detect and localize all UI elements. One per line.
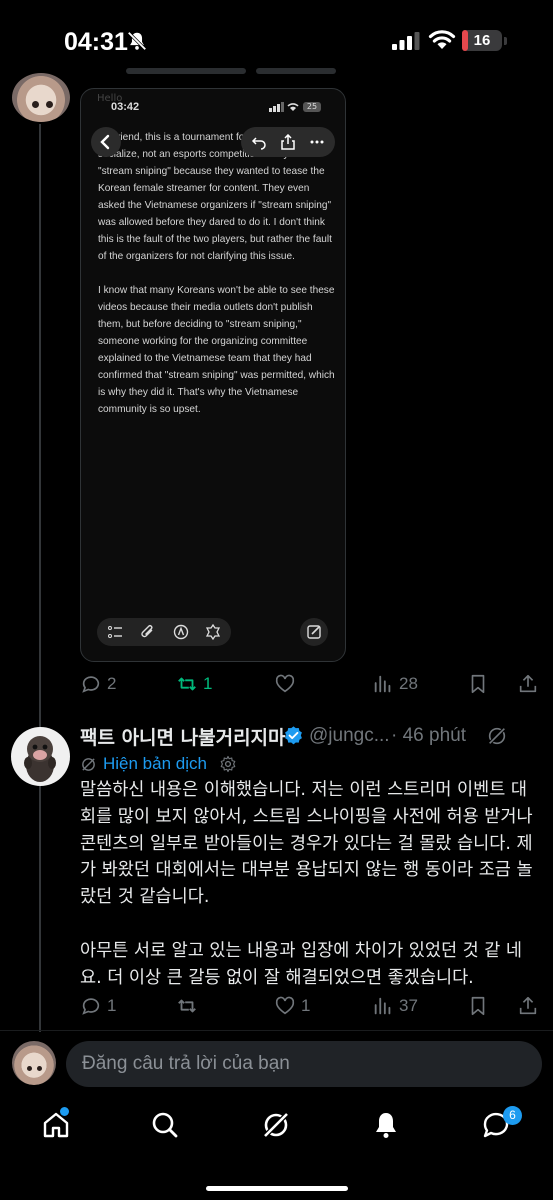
repost-icon	[178, 677, 196, 691]
bell-icon	[376, 1113, 396, 1138]
bell-slash-icon	[127, 31, 147, 51]
ellipsis-icon	[310, 140, 324, 144]
author-handle[interactable]: @jungc...	[309, 725, 390, 747]
like-button[interactable]	[274, 669, 301, 699]
sparkle-badge-icon	[205, 624, 221, 640]
like-button[interactable]: 1	[274, 991, 310, 1021]
repost-count: 1	[203, 674, 213, 693]
bottom-nav	[0, 1100, 553, 1160]
compose-icon	[307, 625, 321, 639]
home-unread-dot	[60, 1107, 69, 1116]
heart-icon	[275, 996, 295, 1015]
paperclip-icon	[141, 625, 153, 638]
embed-battery: 25	[303, 102, 321, 112]
reply-input[interactable]	[66, 1041, 542, 1087]
repost-button[interactable]	[176, 991, 203, 1021]
bookmark-icon	[471, 996, 485, 1016]
reply-icon	[82, 998, 100, 1015]
embed-note-body: My friend, this is a tournament for stre…	[98, 129, 338, 435]
pen-circle-icon	[173, 624, 189, 640]
gear-icon[interactable]	[219, 755, 237, 773]
mole-avatar-image	[24, 736, 56, 782]
post-paragraph: 아무튼 서로 알고 있는 내용과 입장에 차이가 있었던 것 같 네요. 더 이…	[80, 940, 523, 988]
grok-icon	[262, 1111, 290, 1139]
checklist-icon	[108, 626, 122, 638]
reply-icon	[82, 676, 100, 693]
nav-grok[interactable]	[261, 1110, 293, 1142]
repost-icon	[178, 999, 196, 1013]
undo-icon	[251, 137, 266, 150]
nav-notifications[interactable]	[371, 1110, 403, 1142]
battery-indicator: 16	[462, 30, 502, 51]
views-button[interactable]: 37	[372, 991, 418, 1021]
avatar[interactable]	[12, 73, 70, 122]
verified-badge-icon	[285, 726, 302, 745]
chevron-left-icon	[100, 134, 110, 150]
heart-icon	[275, 674, 295, 693]
author-name[interactable]: 팩트 아니면 나불거리지마	[80, 723, 286, 750]
post-text: 말씀하신 내용은 이해했습니다. 저는 이런 스트리머 이벤트 대회를 많이 보…	[80, 777, 540, 1018]
reply-count: 1	[107, 996, 117, 1015]
bookmark-button[interactable]	[467, 991, 489, 1021]
like-count: 1	[301, 996, 311, 1015]
search-icon	[152, 1112, 178, 1138]
messages-badge: 6	[503, 1106, 522, 1125]
embedded-screenshot[interactable]: Hello 03:42 25 My friend, this is a tour…	[80, 88, 346, 662]
embed-action-pill	[241, 127, 335, 157]
share-button[interactable]	[517, 669, 539, 699]
embed-paragraph: I know that many Koreans won't be able t…	[98, 285, 335, 415]
reply-count: 2	[107, 674, 117, 693]
thread-line	[39, 124, 41, 1032]
battery-cap	[504, 37, 507, 45]
cellular-signal-icon	[392, 32, 420, 50]
reply-button[interactable]: 1	[80, 991, 116, 1021]
tweet-actions: 2 1 28	[80, 669, 543, 699]
embed-toolbar	[97, 618, 231, 646]
bookmark-button[interactable]	[467, 669, 489, 699]
embed-back-button	[91, 127, 121, 157]
post-paragraph: 말씀하신 내용은 이해했습니다. 저는 이런 스트리머 이벤트 대회를 많이 보…	[80, 780, 533, 908]
grok-icon[interactable]	[486, 725, 508, 747]
status-time: 04:31	[64, 28, 128, 56]
bar-chart-icon	[374, 997, 391, 1015]
share-icon	[519, 996, 537, 1015]
avatar[interactable]	[11, 727, 70, 786]
nav-search[interactable]	[150, 1110, 182, 1142]
embed-compose-button	[300, 618, 328, 646]
divider	[0, 1030, 553, 1031]
repost-button[interactable]: 1	[176, 669, 212, 699]
home-indicator	[206, 1186, 348, 1191]
view-count: 28	[399, 674, 418, 693]
share-button[interactable]	[517, 991, 539, 1021]
share-icon	[281, 134, 295, 150]
view-count: 37	[399, 996, 418, 1015]
share-icon	[519, 674, 537, 693]
bar-chart-icon	[374, 675, 391, 693]
my-avatar[interactable]	[12, 1041, 56, 1085]
nav-home[interactable]	[41, 1110, 73, 1142]
views-button[interactable]: 28	[372, 669, 418, 699]
translate-row: Hiện bản dịch	[80, 752, 237, 776]
grok-translate-icon	[82, 757, 95, 771]
tweet-actions: 1 1 37	[80, 991, 543, 1021]
battery-percent: 16	[473, 32, 491, 49]
post-time[interactable]: · 46 phút	[391, 725, 466, 747]
show-translation-link[interactable]: Hiện bản dịch	[103, 754, 207, 774]
bookmark-icon	[471, 674, 485, 694]
embed-status-time: 03:42	[111, 101, 140, 113]
cut-off-header	[96, 62, 516, 80]
wifi-icon	[428, 30, 456, 49]
reply-button[interactable]: 2	[80, 669, 116, 699]
